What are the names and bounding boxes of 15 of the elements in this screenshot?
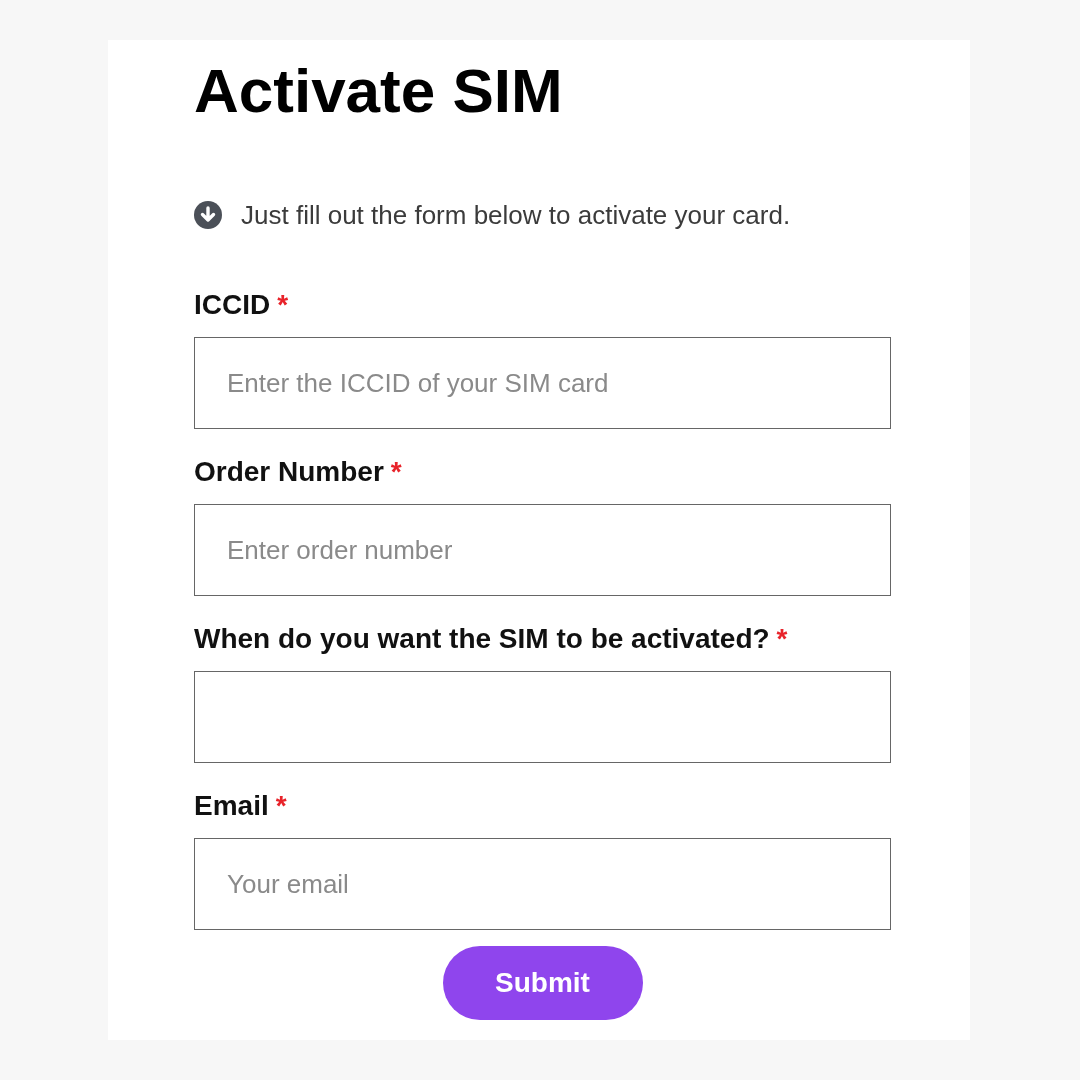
field-label: When do you want the SIM to be activated? (194, 622, 770, 656)
submit-button[interactable]: Submit (442, 946, 643, 1020)
required-asterisk: * (275, 789, 287, 823)
intro-text: Just fill out the form below to activate your card. (241, 199, 791, 231)
field-label: Order Number (194, 455, 384, 489)
page-title: Activate SIM (194, 55, 564, 126)
required-asterisk: * (277, 288, 289, 322)
required-asterisk: * (776, 622, 788, 656)
field-label: ICCID (194, 288, 271, 322)
text-input[interactable]: Enter the ICCID of your SIM card (194, 337, 891, 429)
text-input[interactable]: Enter order number (194, 504, 891, 596)
text-input[interactable]: Your email (194, 838, 891, 930)
field-label: Email (194, 789, 269, 823)
text-input[interactable] (194, 671, 891, 763)
required-asterisk: * (390, 455, 402, 489)
